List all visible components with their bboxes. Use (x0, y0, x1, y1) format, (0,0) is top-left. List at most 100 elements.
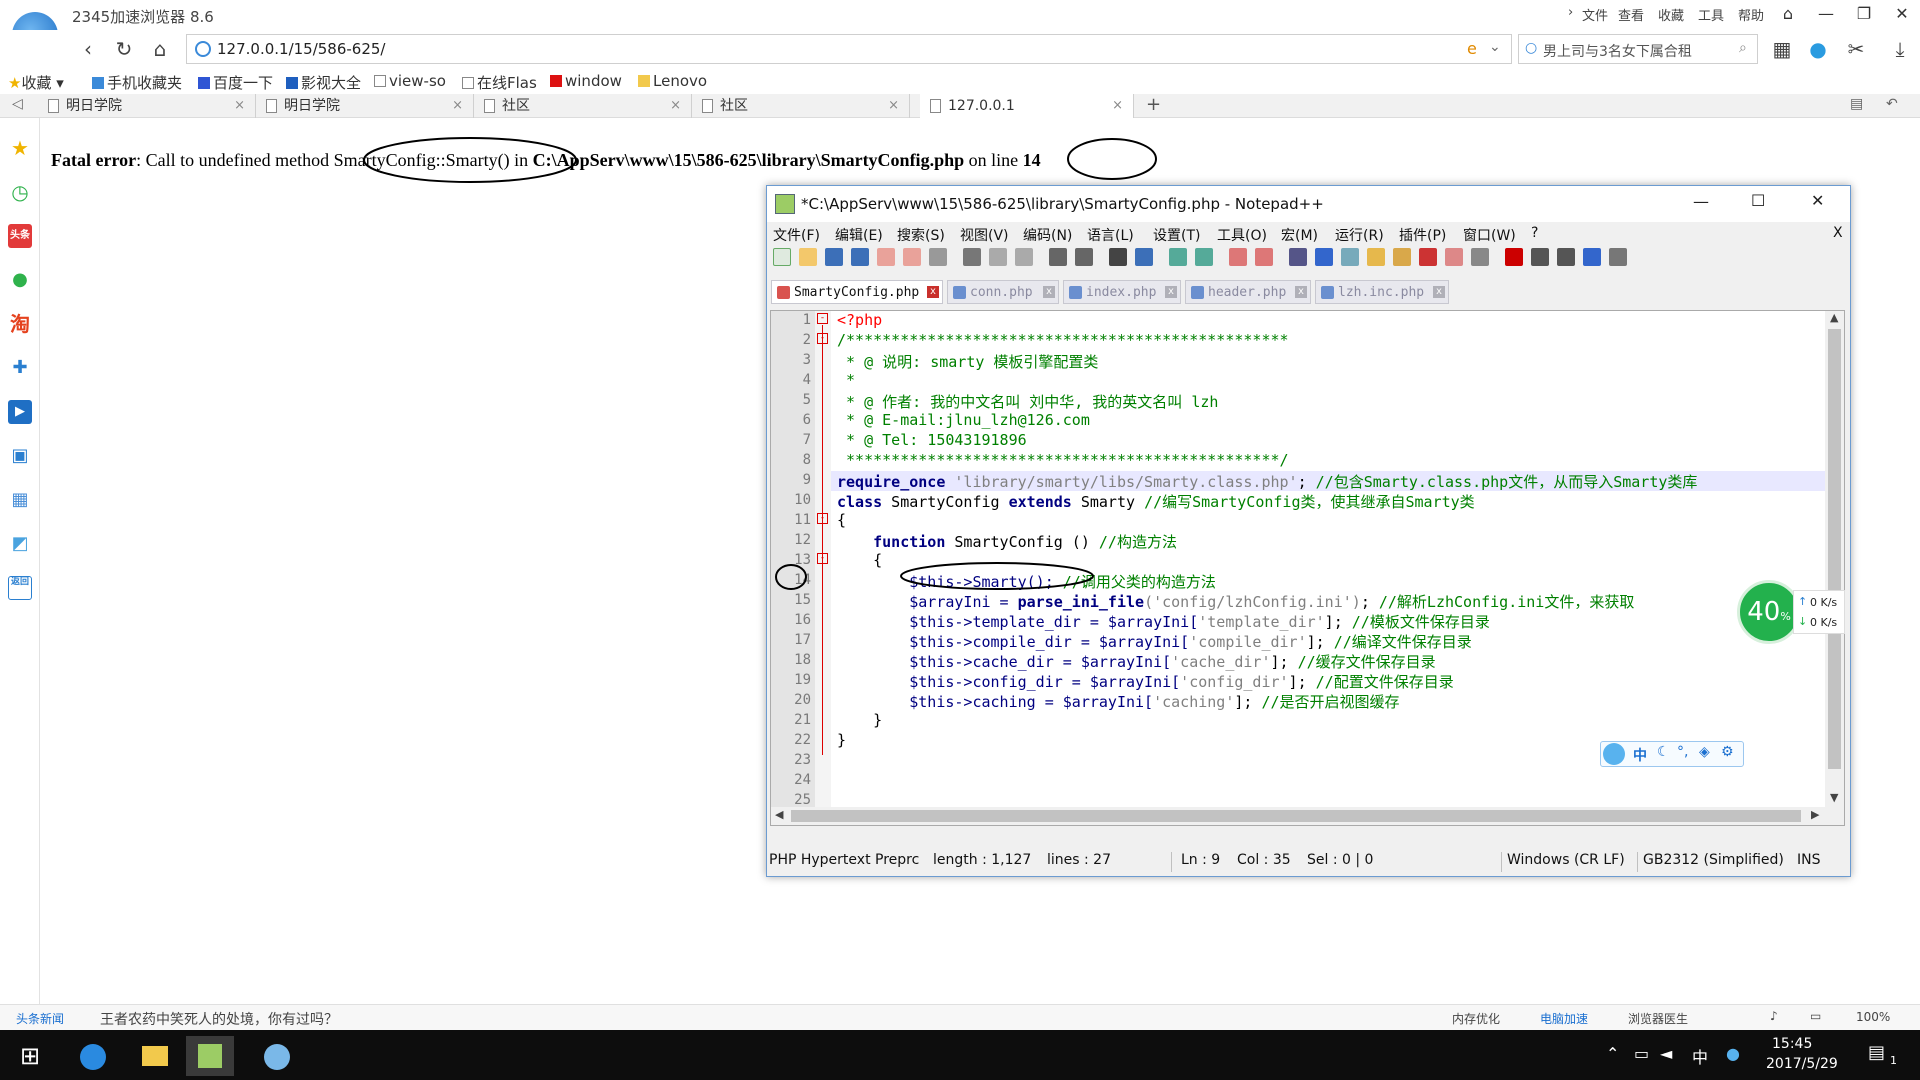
zoom-level[interactable]: 100% (1856, 1010, 1890, 1024)
play-macro-icon[interactable] (1557, 248, 1575, 266)
lang-icon[interactable] (1367, 248, 1385, 266)
clock-date[interactable]: 2017/5/29 (1766, 1056, 1838, 1072)
npp-menu-window[interactable]: 窗口(W) (1463, 225, 1516, 245)
browser-doctor[interactable]: 浏览器医生 (1628, 1010, 1688, 1027)
print-icon[interactable] (929, 248, 947, 266)
stop-macro-icon[interactable] (1531, 248, 1549, 266)
close-icon[interactable]: x (1043, 286, 1055, 298)
copy-icon[interactable] (989, 248, 1007, 266)
horizontal-scrollbar[interactable]: ◀ ▶ (771, 807, 1844, 825)
search-box[interactable]: ○ 男上司与3名女下属合租 ⌕ (1518, 34, 1758, 64)
ime-moon-icon[interactable]: ☾ (1657, 744, 1670, 760)
npp-maximize-button[interactable]: ☐ (1751, 191, 1765, 210)
sync-v-icon[interactable] (1229, 248, 1247, 266)
battery-icon[interactable]: ▭ (1634, 1044, 1649, 1063)
history-icon[interactable]: ◷ (8, 180, 32, 204)
menu-favorites[interactable]: 收藏 (1658, 5, 1684, 24)
npp-tab[interactable]: index.php x (1063, 280, 1181, 304)
show-all-chars-icon[interactable] (1315, 248, 1333, 266)
undo-close-icon[interactable]: ↶ (1886, 96, 1898, 112)
menu-view[interactable]: 查看 (1618, 5, 1644, 24)
ime-settings-icon[interactable]: ⚙ (1721, 744, 1734, 760)
npp-menu-search[interactable]: 搜索(S) (897, 225, 945, 245)
ime-punct-icon[interactable]: °, (1677, 744, 1688, 760)
chevron-right-icon[interactable]: › (1568, 5, 1573, 20)
close-icon[interactable]: × (234, 94, 245, 118)
search-icon[interactable]: ⌕ (1739, 40, 1747, 56)
tray-ime[interactable]: 中 (1692, 1044, 1708, 1068)
news-headline[interactable]: 王者农药中笑死人的处境，你有过吗？ (100, 1009, 338, 1029)
sound-icon[interactable]: ♪ (1770, 1009, 1778, 1023)
tab-item-active[interactable]: 127.0.0.1 × (920, 94, 1134, 118)
npp-close-doc-button[interactable]: X (1833, 225, 1843, 241)
ime-mascot-icon[interactable] (1603, 743, 1625, 765)
scroll-thumb[interactable] (791, 810, 1801, 822)
tab-item[interactable]: 社区 × (474, 94, 692, 118)
scroll-up-icon[interactable]: ▲ (1830, 311, 1838, 324)
bookmark-flash[interactable]: 在线Flas (462, 72, 537, 93)
redo-icon[interactable] (1075, 248, 1093, 266)
undo-icon[interactable] (1049, 248, 1067, 266)
new-file-icon[interactable] (773, 248, 791, 266)
taskbar-explorer-icon[interactable] (130, 1036, 178, 1076)
npp-menu-view[interactable]: 视图(V) (960, 225, 1009, 245)
npp-menu-edit[interactable]: 编辑(E) (835, 225, 883, 245)
scroll-down-icon[interactable]: ▼ (1830, 791, 1838, 804)
tab-item[interactable]: 明日学院 × (38, 94, 256, 118)
zoom-out-icon[interactable] (1195, 248, 1213, 266)
bookmark-viewso[interactable]: view-so (374, 72, 446, 90)
npp-menu-language[interactable]: 语言(L) (1087, 225, 1134, 245)
new-tab-button[interactable]: + (1146, 94, 1161, 115)
scroll-thumb[interactable] (1828, 329, 1841, 769)
address-text[interactable]: 127.0.0.1/15/586-625/ (217, 40, 386, 58)
tab-list-icon[interactable]: ▤ (1850, 96, 1863, 112)
npp-menu-encoding[interactable]: 编码(N) (1023, 225, 1072, 245)
scroll-left-icon[interactable]: ◀ (775, 808, 783, 821)
npp-menu-macro[interactable]: 宏(M) (1281, 225, 1318, 245)
npp-tab[interactable]: conn.php x (947, 280, 1059, 304)
npp-menu-file[interactable]: 文件(F) (773, 225, 820, 245)
save-all-icon[interactable] (851, 248, 869, 266)
folder-workspace-icon[interactable] (1445, 248, 1463, 266)
speed-percent-circle[interactable]: 40% (1737, 580, 1801, 644)
start-button-icon[interactable]: ⊞ (6, 1036, 54, 1076)
game-icon[interactable]: ✚ (8, 356, 32, 380)
bookmark-lenovo[interactable]: Lenovo (638, 72, 707, 90)
close-all-icon[interactable] (903, 248, 921, 266)
npp-tab[interactable]: lzh.inc.php x (1315, 280, 1449, 304)
notification-icon[interactable]: ▤ (1868, 1042, 1885, 1063)
npp-close-button[interactable]: ✕ (1811, 191, 1824, 210)
account-icon[interactable]: ● (1804, 35, 1832, 63)
sync-h-icon[interactable] (1255, 248, 1273, 266)
vertical-scrollbar[interactable]: ▲ ▼ (1825, 311, 1844, 807)
indent-guide-icon[interactable] (1341, 248, 1359, 266)
taskbar-notepadpp-icon[interactable] (186, 1036, 234, 1076)
taobao-icon[interactable]: 淘 (8, 312, 32, 336)
ime-language[interactable]: 中 (1633, 745, 1647, 765)
find-icon[interactable] (1109, 248, 1127, 266)
video-icon[interactable]: ▶ (8, 400, 32, 424)
bookmark-mobile[interactable]: 手机收藏夹 (92, 72, 182, 93)
tools-icon[interactable]: ✂ (1842, 35, 1870, 63)
news-label[interactable]: 头条新闻 (16, 1010, 64, 1027)
pc-speedup[interactable]: 电脑加速 (1540, 1010, 1588, 1027)
menu-file[interactable]: 文件 (1582, 5, 1608, 24)
notebook-icon[interactable]: ◩ (8, 532, 32, 556)
tab-item[interactable]: 社区 × (692, 94, 910, 118)
close-icon[interactable]: x (1295, 286, 1307, 298)
chevron-down-icon[interactable]: ⌄ (1489, 39, 1501, 55)
bookmark-video[interactable]: 影视大全 (286, 72, 361, 93)
npp-tab[interactable]: header.php x (1185, 280, 1311, 304)
close-icon[interactable]: x (1433, 286, 1445, 298)
replace-icon[interactable] (1135, 248, 1153, 266)
taskbar-paint-icon[interactable] (252, 1036, 300, 1076)
bookmark-favorites[interactable]: ★收藏 ▾ (8, 72, 64, 93)
address-bar[interactable]: 127.0.0.1/15/586-625/ e ⌄ (186, 34, 1512, 64)
close-icon[interactable]: × (1112, 94, 1123, 118)
ime-toolbar[interactable]: 中 ☾ °, ◈ ⚙ (1600, 741, 1744, 767)
wrap-icon[interactable] (1289, 248, 1307, 266)
paste-icon[interactable] (1015, 248, 1033, 266)
npp-menu-plugins[interactable]: 插件(P) (1399, 225, 1446, 245)
calculator-icon[interactable]: ▦ (8, 488, 32, 512)
reload-icon[interactable]: ↻ (110, 35, 138, 63)
